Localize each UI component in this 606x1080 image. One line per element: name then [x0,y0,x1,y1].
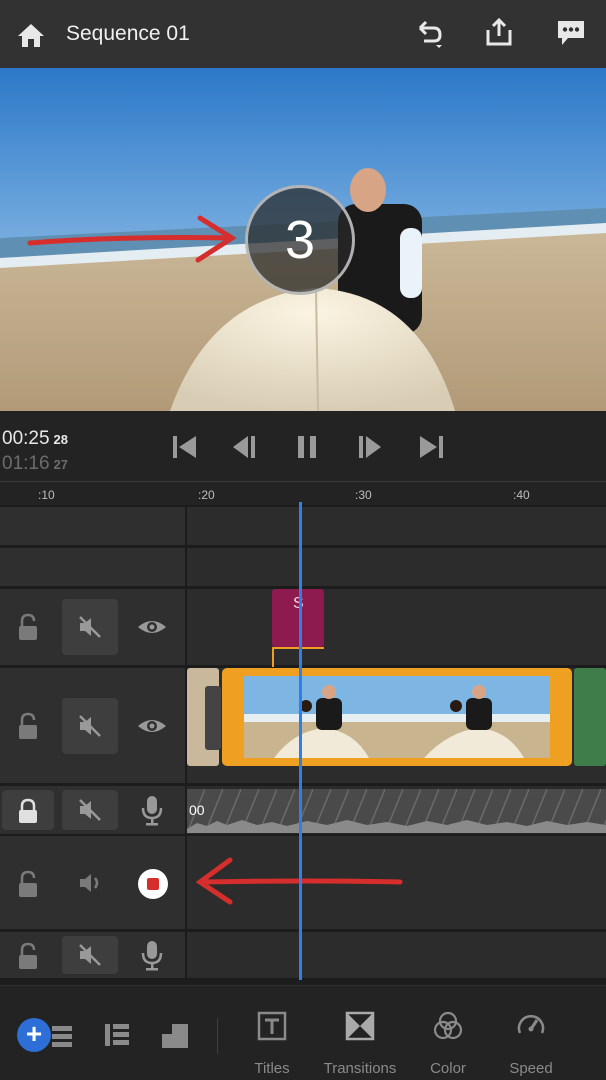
title-track-header [0,589,185,665]
speed-label: Speed [509,1060,553,1077]
video-preview[interactable]: 3 [0,68,606,411]
time-ruler[interactable]: :10 :20 :30 :40 [0,481,606,505]
eye-icon[interactable] [136,611,168,643]
mute-button[interactable] [62,698,118,754]
voiceover-track-header [0,836,185,929]
audio-track-header [0,932,185,978]
titles-icon [257,1011,287,1041]
feedback-icon[interactable] [554,16,588,50]
clip-thumbnails [244,676,550,758]
skip-to-end-icon[interactable] [416,433,446,461]
speed-tool[interactable]: Speed [486,986,576,1080]
transitions-label: Transitions [323,1060,397,1077]
next-frame-icon[interactable] [354,433,384,461]
audio-track-header [0,786,185,834]
home-icon[interactable] [14,18,48,52]
current-timecode: 00:25 28 [2,428,69,449]
color-label: Color [430,1060,466,1077]
trim-handle[interactable] [205,686,221,750]
speaker-muted-icon [76,613,104,641]
bottom-toolbar: + Titles Transitions Color Speed [0,985,606,1080]
ruler-tick: :40 [513,488,530,502]
speaker-icon[interactable] [76,868,106,898]
duration-timecode: 01:16 27 [2,453,69,474]
unlock-icon[interactable] [14,710,42,742]
countdown-indicator: 3 [245,185,355,295]
track-header-empty [0,548,185,586]
add-media-button[interactable]: + [17,1018,51,1052]
ruler-tick: :30 [355,488,372,502]
eye-icon[interactable] [136,710,168,742]
link-line [272,647,274,667]
video-track[interactable] [187,668,606,783]
app: Sequence 01 3 00:25 28 01:16 27:10:20 … [0,0,606,1080]
transport-bar: 00:25 28 01:16 27 [0,411,606,481]
sequence-title: Sequence 01 [66,22,190,45]
unlock-icon[interactable] [14,611,42,643]
mute-button[interactable] [62,790,118,830]
toolbar-divider [217,1018,218,1054]
title-clip[interactable]: S [272,589,324,647]
transitions-tool[interactable]: Transitions [315,986,405,1080]
microphone-icon[interactable] [138,794,166,826]
track-header-empty [0,507,185,545]
stack-icon[interactable] [50,1024,74,1053]
pause-icon[interactable] [292,433,322,461]
record-button[interactable] [138,869,168,899]
undo-icon[interactable] [412,16,446,50]
titles-tool[interactable]: Titles [227,986,317,1080]
titles-label: Titles [254,1060,290,1077]
skip-to-start-icon[interactable] [170,433,200,461]
unlock-icon[interactable] [14,940,42,972]
audio-track[interactable]: 00 [187,786,606,834]
audio-clip-label: 00 [189,802,205,818]
speaker-muted-icon [76,712,104,740]
color-icon [433,1011,463,1040]
record-icon [147,878,159,890]
mute-button[interactable] [62,599,118,655]
ruler-tick: :20 [198,488,215,502]
track-empty[interactable] [187,548,606,586]
unlock-icon[interactable] [14,868,42,900]
audio-track[interactable] [187,932,606,978]
microphone-icon[interactable] [138,939,166,971]
color-tool[interactable]: Color [403,986,493,1080]
speaker-muted-icon [76,796,104,824]
track-empty[interactable] [187,507,606,545]
previous-frame-icon[interactable] [230,433,260,461]
speed-icon [517,1015,545,1034]
share-icon[interactable] [482,16,516,50]
mute-button[interactable] [62,936,118,974]
title-track[interactable]: S [187,589,606,667]
top-bar: Sequence 01 [0,0,606,68]
transitions-icon [345,1011,375,1041]
audio-waveform [187,789,606,833]
crop-icon[interactable] [160,1022,190,1055]
speaker-muted-icon [76,941,104,969]
video-track-header [0,668,185,783]
lock-icon [17,797,39,825]
playhead[interactable] [299,502,302,980]
lock-button[interactable] [2,790,54,830]
video-clip-thumbnail[interactable] [574,668,606,766]
link-line [272,647,324,649]
ruler-tick: :10 [38,488,55,502]
list-view-icon[interactable] [103,1022,131,1053]
selected-video-clip[interactable] [222,668,572,766]
